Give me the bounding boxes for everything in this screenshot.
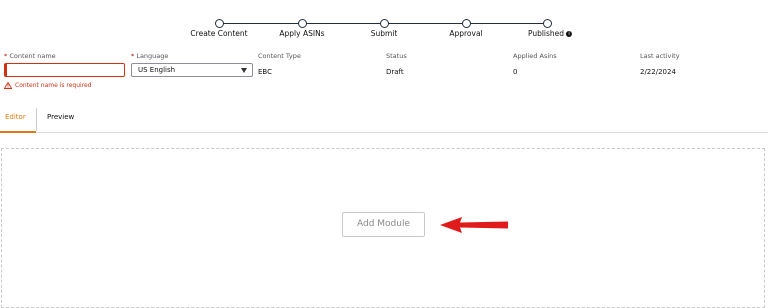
language-label-text: Language [136, 52, 169, 60]
language-select[interactable]: US English [131, 63, 253, 77]
stepper-label-published: Published i [527, 29, 573, 38]
stepper-dot-approval [462, 19, 471, 28]
tabs-rule [0, 132, 768, 133]
required-mark: * [4, 52, 8, 60]
add-module-button[interactable]: Add Module [342, 212, 425, 237]
status-value: Draft [386, 68, 404, 76]
stepper-dot-create-content [215, 19, 224, 28]
language-label: * Language [131, 52, 168, 60]
last-activity-label: Last activity [640, 52, 680, 60]
applied-asins-label: Applied Asins [513, 52, 557, 60]
content-type-label: Content Type [258, 52, 301, 60]
tab-divider [36, 108, 37, 131]
stepper-dot-apply-asins [298, 19, 307, 28]
tab-preview[interactable]: Preview [47, 113, 74, 121]
content-name-label: * Content name [4, 52, 56, 60]
warning-triangle-icon [4, 82, 12, 89]
status-label: Status [386, 52, 407, 60]
applied-asins-value: 0 [513, 68, 518, 76]
caret-down-icon [241, 68, 247, 73]
info-icon[interactable]: i [566, 31, 573, 37]
stepper-label-create-content: Create Content [190, 29, 248, 38]
stepper-label-published-text: Published [527, 29, 565, 38]
red-arrow-left-icon [440, 217, 508, 233]
stepper-dot-published [543, 19, 552, 28]
required-mark: * [131, 52, 135, 60]
stepper-label-approval: Approval [449, 29, 483, 38]
content-type-value: EBC [258, 68, 272, 76]
active-tab-indicator [0, 131, 36, 133]
content-name-error: Content name is required [4, 82, 92, 89]
stepper-label-submit: Submit [370, 29, 398, 38]
content-name-input[interactable] [4, 63, 125, 77]
content-name-error-text: Content name is required [15, 82, 92, 89]
tab-editor[interactable]: Editor [5, 113, 26, 121]
last-activity-value: 2/22/2024 [640, 68, 676, 76]
content-name-label-text: Content name [9, 52, 56, 60]
language-select-value: US English [138, 66, 176, 74]
stepper-dot-submit [380, 19, 389, 28]
stepper-label-apply-asins: Apply ASINs [279, 29, 325, 38]
